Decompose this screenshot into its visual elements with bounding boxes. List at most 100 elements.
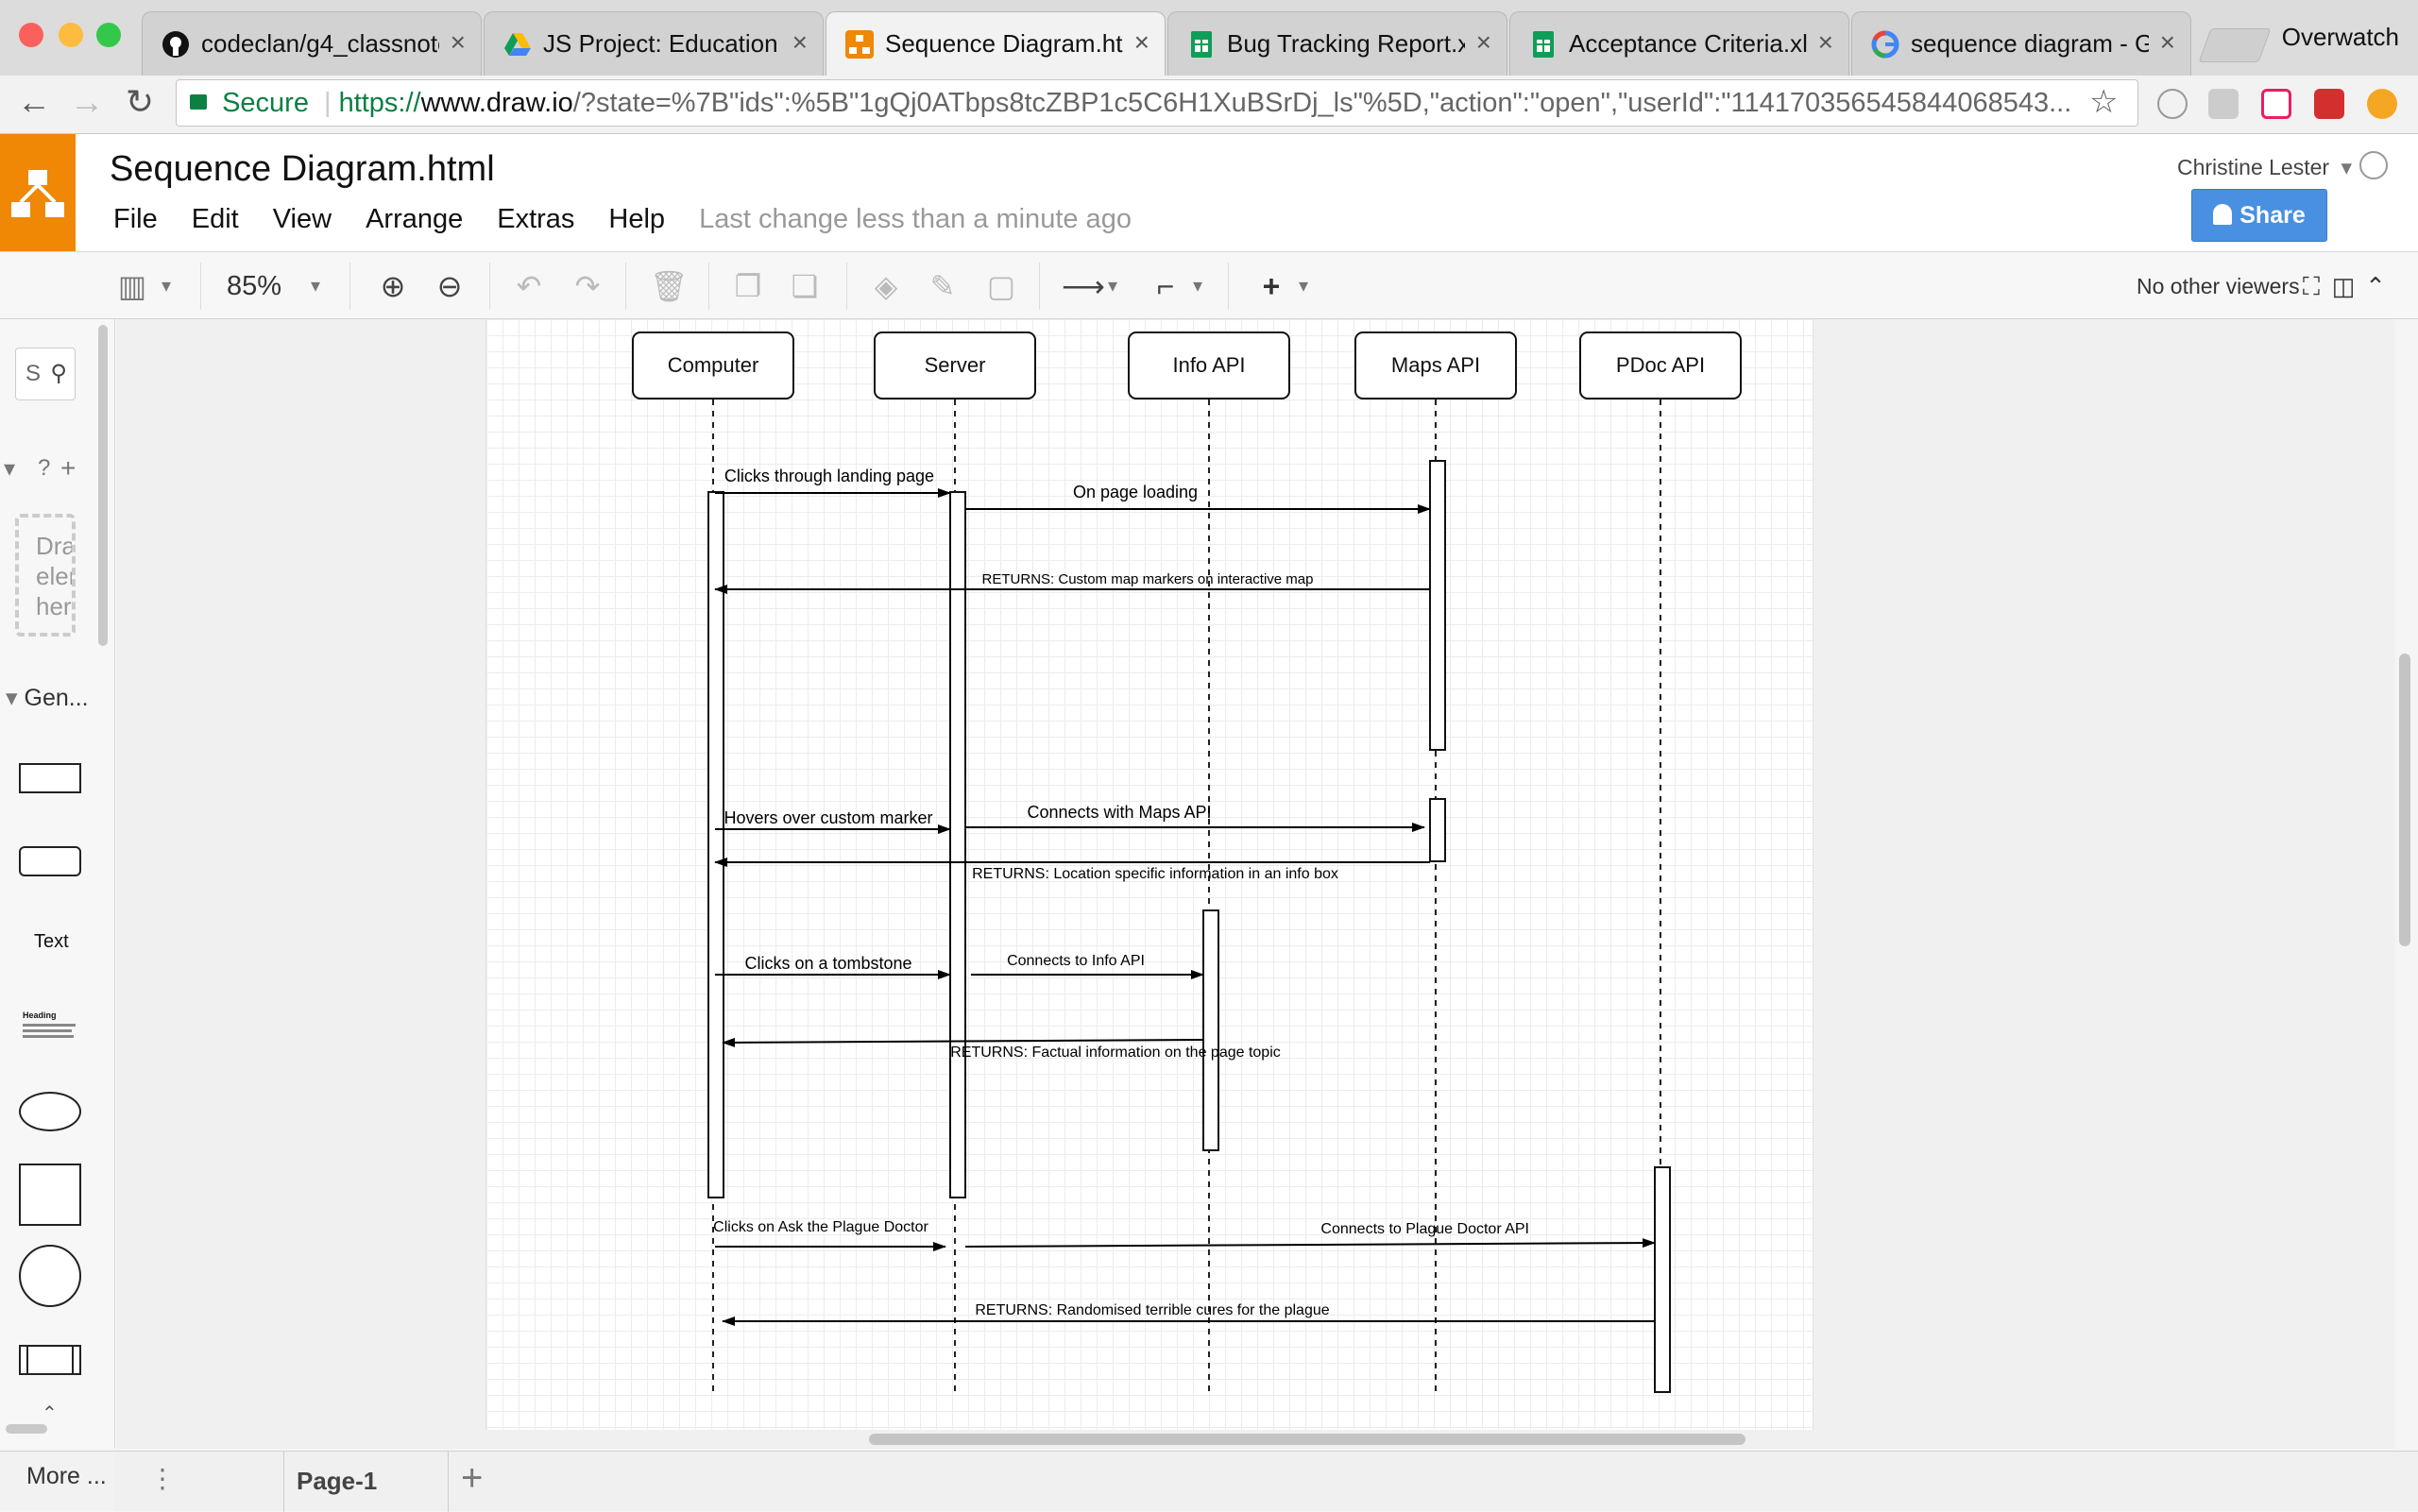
user-menu[interactable]: Christine Lester ▾ — [2177, 155, 2352, 180]
to-back-icon[interactable]: ❏ — [786, 253, 824, 319]
message-label[interactable]: Connects with Maps API — [1027, 803, 1211, 822]
message-label[interactable]: Clicks on Ask the Plague Doctor — [713, 1219, 928, 1235]
message-label[interactable]: Clicks through landing page — [724, 467, 934, 485]
zoom-in-icon[interactable]: ⊕ — [374, 253, 412, 319]
menu-arrange[interactable]: Arrange — [366, 204, 463, 234]
back-arrow-icon[interactable]: ← — [13, 81, 55, 123]
scratchpad-drop-zone[interactable]: Drag elem here — [15, 514, 76, 637]
message-label[interactable]: RETURNS: Custom map markers on interacti… — [982, 571, 1314, 587]
shape-text[interactable]: Text — [34, 931, 69, 953]
shape-square[interactable] — [19, 1164, 81, 1226]
shape-rounded-rectangle[interactable] — [19, 846, 81, 876]
reload-icon[interactable]: ↻ — [119, 81, 161, 123]
message-label[interactable]: RETURNS: Location specific information i… — [972, 866, 1338, 882]
message-label[interactable]: Hovers over custom marker — [724, 808, 932, 827]
add-icon[interactable]: + — [60, 453, 76, 484]
sidebar-scrollbar[interactable] — [98, 325, 108, 646]
last-change-status[interactable]: Last change less than a minute ago — [699, 204, 1132, 234]
diagram-canvas[interactable]: Computer Server Info API Maps API PDoc API Cl… — [117, 319, 2395, 1449]
language-globe-icon[interactable] — [2359, 151, 2388, 179]
menu-edit[interactable]: Edit — [192, 204, 239, 234]
format-panel-icon[interactable]: ▥ — [113, 253, 151, 319]
address-bar[interactable]: Secure | https://www.draw.io/?state=%7B"i… — [176, 79, 2138, 127]
connection-arrow-icon[interactable]: ⟶ — [1062, 253, 1105, 319]
zoom-out-icon[interactable]: ⊖ — [431, 253, 468, 319]
message-label[interactable]: On page loading — [1073, 483, 1198, 501]
activation-bar[interactable] — [1654, 1166, 1671, 1393]
fullscreen-icon[interactable]: ⛶ — [2297, 253, 2325, 319]
shape-textbox[interactable]: Heading — [23, 1011, 79, 1052]
extension-doc-icon[interactable] — [2261, 89, 2291, 119]
message-label[interactable]: Connects to Info API — [1007, 953, 1145, 969]
menu-file[interactable]: File — [113, 204, 158, 234]
profile-name[interactable]: Overwatch — [2282, 23, 2399, 52]
more-shapes-button[interactable]: More ... — [0, 1451, 115, 1511]
chevron-up-icon[interactable]: ⌃ — [42, 1402, 58, 1425]
general-shapes-header[interactable]: ▾ Gen... — [6, 684, 89, 712]
canvas-horizontal-scrollbar[interactable] — [869, 1434, 1745, 1445]
browser-tab[interactable]: sequence diagram - G × — [1851, 11, 2191, 76]
chevron-down-icon[interactable]: ▾ — [1186, 253, 1209, 319]
shape-rectangle[interactable] — [19, 763, 81, 793]
line-color-icon[interactable]: ✎ — [924, 253, 962, 319]
menu-help[interactable]: Help — [608, 204, 665, 234]
sequence-diagram[interactable]: Computer Server Info API Maps API PDoc API Cl… — [486, 319, 1814, 1430]
page-tab[interactable]: Page-1 — [297, 1467, 377, 1496]
sidebar-hscrollbar[interactable] — [6, 1424, 47, 1434]
shape-ellipse[interactable] — [19, 1092, 81, 1131]
new-tab-button[interactable] — [2198, 28, 2272, 62]
activation-bar[interactable] — [1202, 909, 1219, 1151]
close-tab-icon[interactable]: × — [1134, 27, 1149, 58]
fill-color-icon[interactable]: ◈ — [867, 253, 905, 319]
document-title[interactable]: Sequence Diagram.html — [110, 149, 495, 190]
canvas-vertical-scrollbar[interactable] — [2399, 654, 2410, 946]
share-button[interactable]: Share — [2191, 189, 2327, 242]
chevron-down-icon[interactable]: ▾ — [4, 456, 15, 482]
redo-icon[interactable]: ↷ — [569, 253, 606, 319]
page-menu-icon[interactable]: ⋮ — [149, 1463, 176, 1494]
extension-upload-icon[interactable] — [2367, 89, 2397, 119]
message-label[interactable]: RETURNS: Randomised terrible cures for t… — [975, 1302, 1329, 1318]
browser-tab[interactable]: JS Project: Education × — [484, 11, 824, 76]
chevron-down-icon[interactable]: ▾ — [155, 253, 178, 319]
insert-plus-icon[interactable]: + — [1252, 253, 1290, 319]
extension-code-icon[interactable] — [2157, 89, 2188, 119]
activation-bar[interactable] — [707, 491, 724, 1198]
diagram-page[interactable]: Computer Server Info API Maps API PDoc API Cl… — [485, 319, 1814, 1430]
delete-icon[interactable]: 🗑 — [650, 253, 689, 319]
extension-cors-icon[interactable] — [2314, 89, 2344, 119]
help-icon[interactable]: ? — [38, 455, 50, 482]
activation-bar[interactable] — [949, 491, 966, 1198]
chevron-down-icon[interactable]: ▾ — [1292, 253, 1315, 319]
drawio-logo[interactable] — [0, 134, 76, 251]
chevron-down-icon[interactable]: ▾ — [304, 253, 327, 319]
message-label[interactable]: RETURNS: Factual information on the page… — [950, 1045, 1281, 1061]
browser-tab[interactable]: Acceptance Criteria.xl × — [1509, 11, 1849, 76]
close-tab-icon[interactable]: × — [2160, 27, 2175, 58]
close-tab-icon[interactable]: × — [1818, 27, 1833, 58]
shape-process[interactable] — [19, 1345, 81, 1375]
to-front-icon[interactable]: ❐ — [729, 253, 767, 319]
activation-bar[interactable] — [1429, 460, 1446, 751]
browser-tab-active[interactable]: Sequence Diagram.htm × — [826, 11, 1166, 76]
menu-extras[interactable]: Extras — [497, 204, 574, 234]
browser-tab[interactable]: Bug Tracking Report.x × — [1167, 11, 1507, 76]
activation-bar[interactable] — [1429, 798, 1446, 862]
collapse-icon[interactable]: ⌃ — [2361, 253, 2390, 319]
maximize-window-button[interactable] — [96, 23, 121, 47]
chevron-down-icon[interactable]: ▾ — [1101, 253, 1124, 319]
minimize-window-button[interactable] — [59, 23, 83, 47]
waypoint-icon[interactable]: ⌐ — [1147, 253, 1184, 319]
shape-circle[interactable] — [19, 1245, 81, 1307]
close-tab-icon[interactable]: × — [1476, 27, 1491, 58]
forward-arrow-icon[interactable]: → — [66, 81, 108, 123]
add-page-icon[interactable]: + — [461, 1457, 483, 1500]
bookmark-star-icon[interactable]: ☆ — [2089, 83, 2118, 121]
message-label[interactable]: Clicks on a tombstone — [744, 954, 911, 973]
zoom-level[interactable]: 85% — [227, 253, 281, 319]
panel-toggle-icon[interactable]: ◫ — [2329, 253, 2358, 319]
undo-icon[interactable]: ↶ — [510, 253, 548, 319]
menu-view[interactable]: View — [273, 204, 332, 234]
extension-gear-icon[interactable] — [2208, 89, 2239, 119]
shape-search-input[interactable]: S ⚲ — [15, 348, 76, 400]
